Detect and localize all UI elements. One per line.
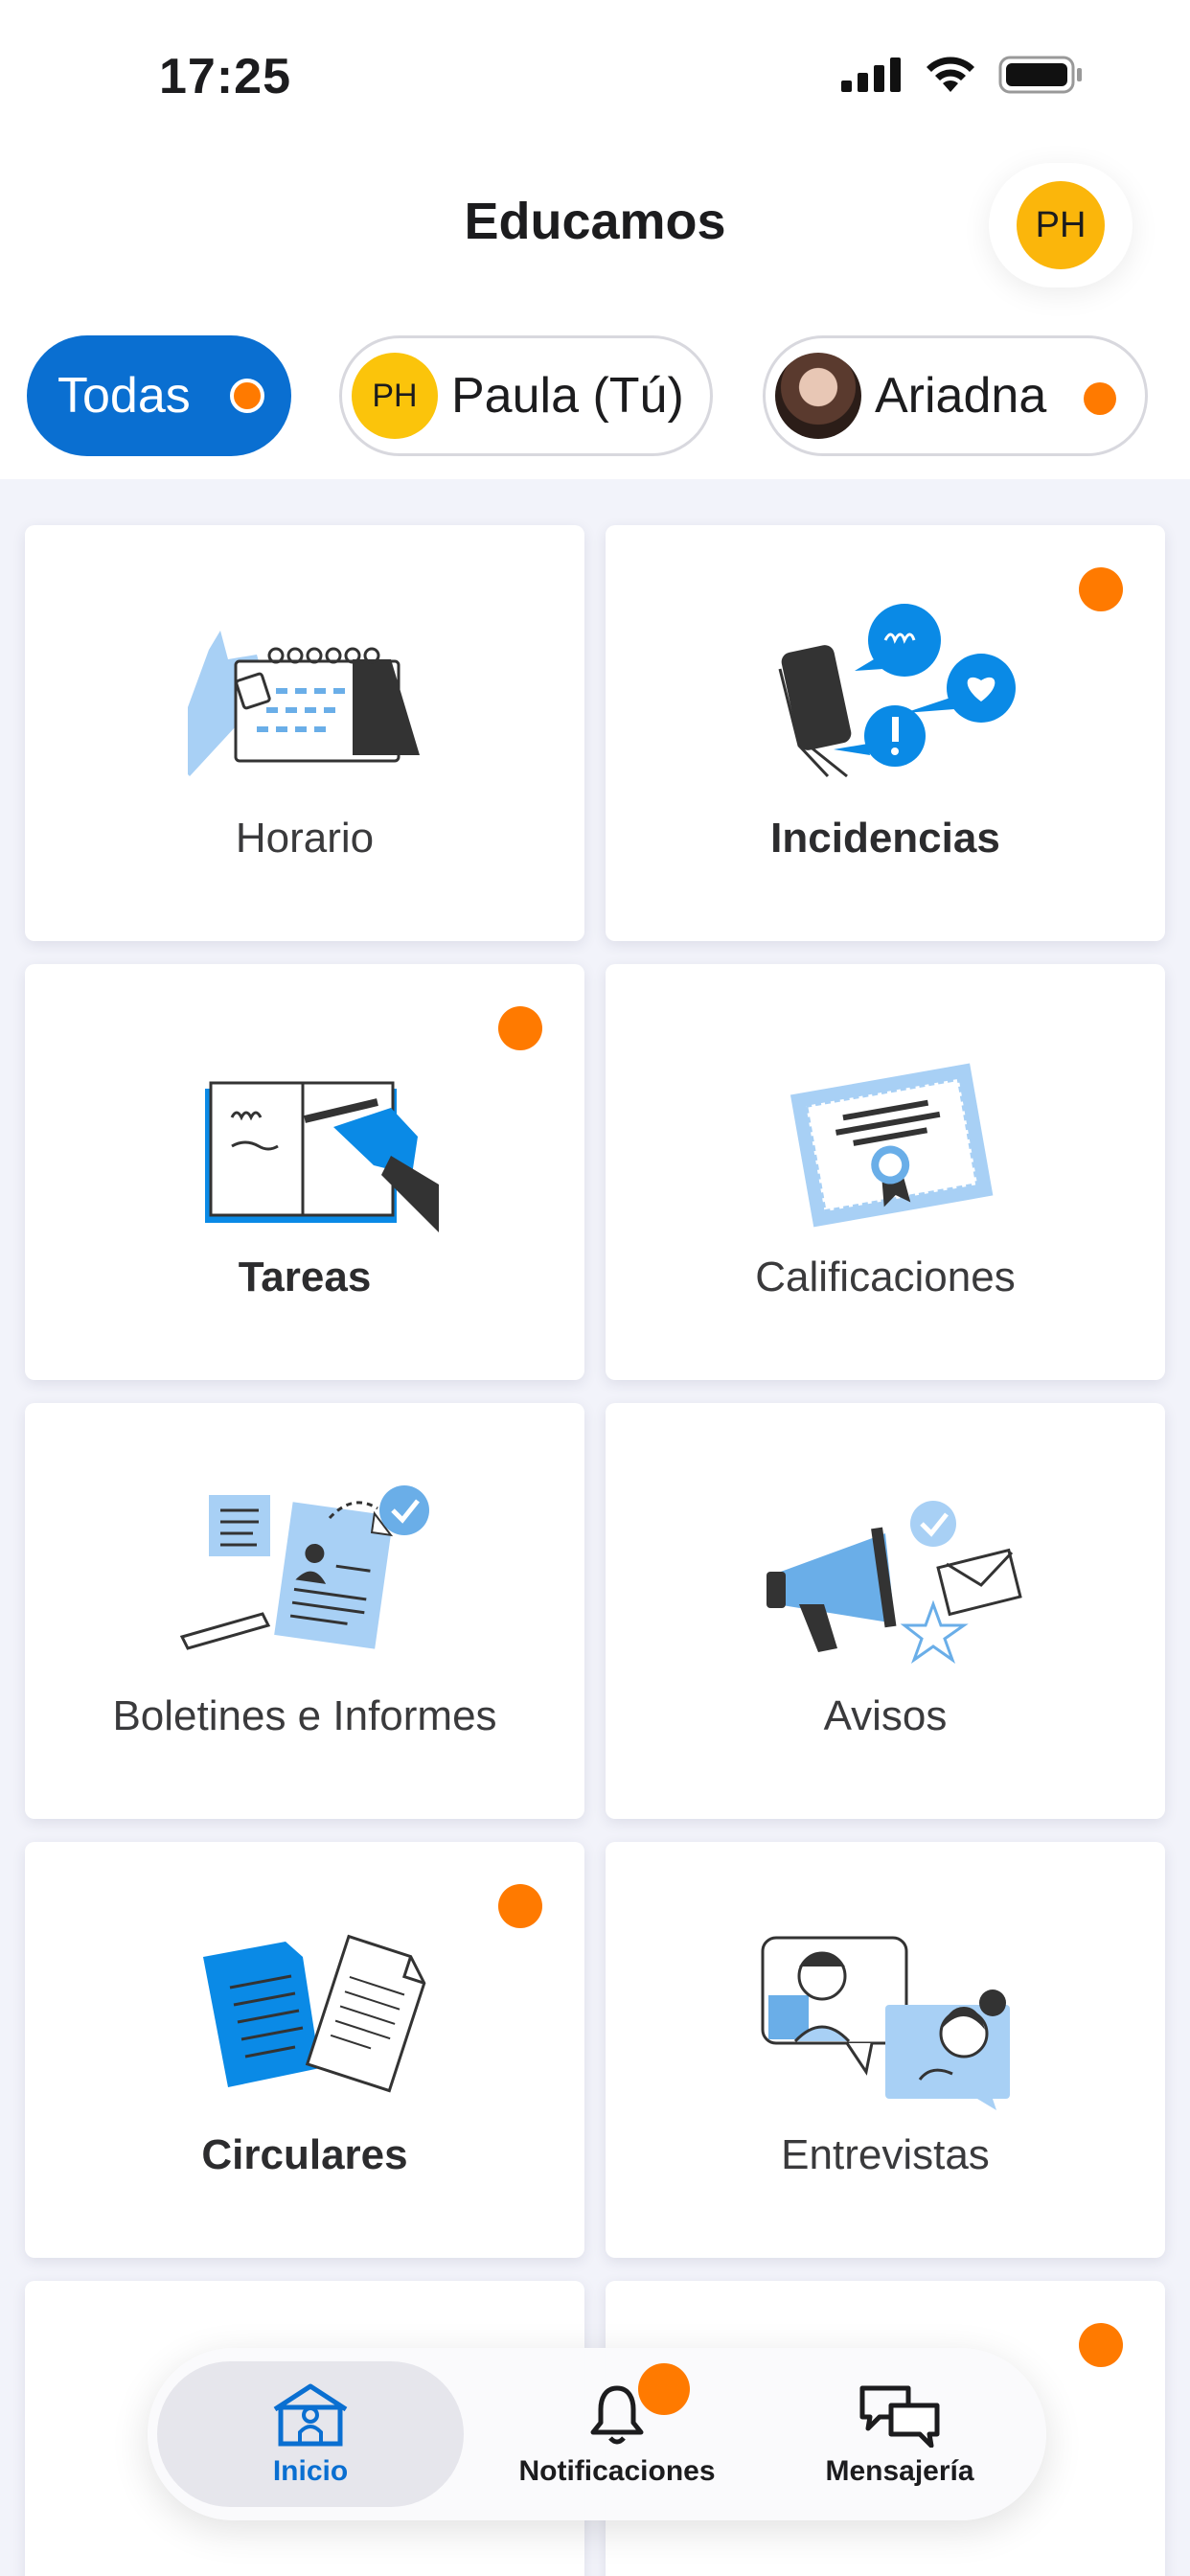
- card-avisos[interactable]: Avisos: [606, 1403, 1165, 1819]
- cellular-signal-icon: [841, 58, 901, 92]
- avatar-photo: [775, 353, 861, 439]
- card-tareas[interactable]: Tareas: [25, 964, 584, 1380]
- filter-chip-label: Todas: [57, 368, 191, 424]
- card-label: Avisos: [823, 1692, 948, 1739]
- student-filter-bar: Todas PH Paula (Tú) Ariadna: [0, 335, 1190, 456]
- wifi-icon: [927, 57, 974, 92]
- tab-label: Mensajería: [825, 2455, 974, 2487]
- tab-inicio[interactable]: Inicio: [157, 2361, 464, 2507]
- filter-chip-label: Ariadna: [875, 368, 1047, 424]
- filter-chip-label: Paula (Tú): [451, 368, 684, 424]
- card-entrevistas[interactable]: Entrevistas: [606, 1842, 1165, 2258]
- avatar: PH: [1017, 181, 1105, 269]
- header: Educamos PH: [0, 144, 1190, 307]
- card-label: Calificaciones: [755, 1254, 1016, 1300]
- card-label: Tareas: [238, 1254, 372, 1300]
- tab-label: Inicio: [272, 2455, 349, 2487]
- card-circulares[interactable]: Circulares: [25, 1842, 584, 2258]
- status-bar: 17:25: [0, 0, 1190, 144]
- notification-badge: [1079, 2323, 1123, 2367]
- unread-dot: [230, 379, 264, 413]
- modules-grid: Horario Incidencias Tareas Calificacione…: [0, 479, 1190, 2576]
- card-horario[interactable]: Horario: [25, 525, 584, 941]
- tab-mensajeria[interactable]: Mensajería: [761, 2348, 1039, 2520]
- unread-dot: [1084, 382, 1116, 415]
- filter-chip-all[interactable]: Todas: [27, 335, 291, 456]
- card-label: Horario: [235, 815, 375, 862]
- card-label: Incidencias: [770, 815, 1000, 862]
- card-calificaciones[interactable]: Calificaciones: [606, 964, 1165, 1380]
- status-time: 17:25: [159, 49, 291, 104]
- status-icons: [841, 56, 1085, 94]
- school-home-icon: [273, 2383, 348, 2447]
- filter-chip-paula[interactable]: PH Paula (Tú): [339, 335, 713, 456]
- avatar: PH: [352, 353, 438, 439]
- chat-bubbles-icon: [859, 2385, 940, 2448]
- notification-badge: [638, 2363, 690, 2415]
- phone-messages-illustration-icon: [606, 602, 1165, 794]
- filter-chip-ariadna[interactable]: Ariadna: [763, 335, 1148, 456]
- notebook-writing-illustration-icon: [25, 1041, 584, 1232]
- certificate-illustration-icon: [606, 1041, 1165, 1232]
- calendar-illustration-icon: [25, 602, 584, 794]
- documents-illustration-icon: [25, 1919, 584, 2110]
- megaphone-illustration-icon: [606, 1480, 1165, 1671]
- card-label: Boletines e Informes: [112, 1692, 497, 1739]
- profile-button[interactable]: PH: [989, 163, 1133, 288]
- card-incidencias[interactable]: Incidencias: [606, 525, 1165, 941]
- battery-icon: [998, 56, 1082, 94]
- report-document-illustration-icon: [25, 1480, 584, 1671]
- card-label: Entrevistas: [781, 2131, 990, 2178]
- bottom-tab-bar: Inicio Notificaciones Mensajería: [148, 2348, 1046, 2520]
- card-label: Circulares: [201, 2131, 408, 2178]
- card-boletines[interactable]: Boletines e Informes: [25, 1403, 584, 1819]
- tab-label: Notificaciones: [518, 2455, 716, 2487]
- tab-notificaciones[interactable]: Notificaciones: [473, 2348, 761, 2520]
- interview-illustration-icon: [606, 1919, 1165, 2110]
